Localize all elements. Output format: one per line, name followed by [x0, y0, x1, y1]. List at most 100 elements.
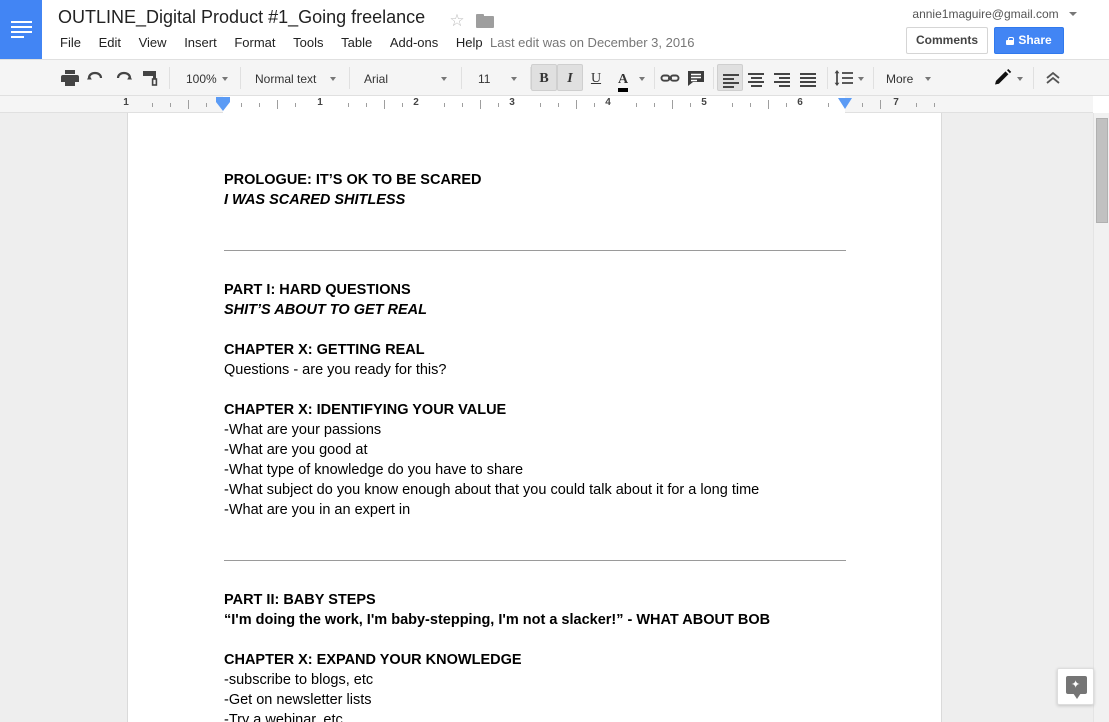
chevron-down-icon	[1017, 77, 1023, 81]
document-page[interactable]: PROLOGUE: IT’S OK TO BE SCARED I WAS SCAR…	[127, 113, 942, 722]
edit-mode-dropdown[interactable]	[1012, 65, 1028, 91]
ruler-number: 5	[701, 97, 707, 108]
document-canvas: PROLOGUE: IT’S OK TO BE SCARED I WAS SCAR…	[0, 113, 1093, 722]
menu-tools[interactable]: Tools	[286, 34, 330, 51]
empty-paragraph	[224, 210, 846, 230]
menu-edit[interactable]: Edit	[92, 34, 128, 51]
empty-paragraph	[224, 320, 846, 340]
more-dropdown[interactable]: More	[878, 65, 938, 91]
underline-button[interactable]: U	[583, 64, 609, 91]
undo-arrow-icon[interactable]	[84, 66, 108, 90]
document-paragraph: PART I: HARD QUESTIONS	[224, 282, 411, 298]
lock-icon	[1006, 37, 1015, 45]
print-icon[interactable]	[58, 66, 82, 90]
align-right-button[interactable]	[769, 64, 795, 91]
paragraph-style-value: Normal text	[255, 72, 317, 86]
menu-format[interactable]: Format	[227, 34, 282, 51]
bold-button[interactable]: B	[531, 64, 557, 91]
chevron-down-icon	[222, 77, 228, 81]
document-paragraph: PART II: BABY STEPS	[224, 592, 376, 608]
empty-paragraph	[224, 520, 846, 540]
star-outline-icon[interactable]: ☆	[448, 12, 466, 30]
account-email-text: annie1maguire@gmail.com	[912, 7, 1059, 21]
scrollbar-thumb[interactable]	[1096, 118, 1108, 223]
document-paragraph: CHAPTER X: IDENTIFYING YOUR VALUE	[224, 402, 507, 418]
ruler-number: 1	[123, 97, 129, 108]
document-paragraph: SHIT’S ABOUT TO GET REAL	[224, 302, 428, 318]
zoom-value: 100%	[186, 72, 217, 86]
chevron-down-icon	[330, 77, 336, 81]
paragraph-style-dropdown[interactable]: Normal text	[247, 65, 343, 91]
share-button-label: Share	[1018, 33, 1052, 47]
formatting-toolbar: 100% Normal text Arial 11 B I U A More	[0, 59, 1109, 96]
font-family-value: Arial	[364, 72, 389, 86]
document-paragraph: Questions - are you ready for this?	[224, 362, 447, 378]
menu-file[interactable]: File	[58, 34, 88, 51]
empty-paragraph	[224, 570, 846, 590]
document-paragraph: -What are your passions	[224, 422, 382, 438]
link-icon[interactable]	[658, 66, 682, 90]
document-paragraph: -What subject do you know enough about t…	[224, 482, 760, 498]
document-paragraph: -What are you good at	[224, 442, 368, 458]
explore-button[interactable]: ✦	[1057, 668, 1094, 705]
chevron-down-icon	[925, 77, 931, 81]
text-color-button[interactable]: A	[610, 64, 636, 92]
menu-table[interactable]: Table	[334, 34, 379, 51]
horizontal-rule-row	[224, 560, 846, 570]
empty-paragraph	[224, 260, 846, 280]
account-email[interactable]: annie1maguire@gmail.com	[912, 7, 1077, 21]
menu-view[interactable]: View	[132, 34, 174, 51]
add-comment-icon[interactable]	[684, 66, 708, 90]
docs-home-logo[interactable]	[0, 0, 42, 59]
ruler-number: 2	[413, 97, 419, 108]
italic-button[interactable]: I	[557, 64, 583, 91]
double-chevron-up-icon[interactable]	[1041, 66, 1065, 90]
document-paragraph: CHAPTER X: GETTING REAL	[224, 342, 425, 358]
comments-button[interactable]: Comments	[906, 27, 988, 54]
paint-format-icon[interactable]	[139, 66, 163, 90]
document-body[interactable]: PROLOGUE: IT’S OK TO BE SCARED I WAS SCAR…	[224, 170, 846, 722]
horizontal-rule	[224, 560, 846, 561]
font-size-value: 11	[478, 72, 491, 86]
zoom-dropdown[interactable]: 100%	[178, 65, 235, 91]
document-title[interactable]: OUTLINE_Digital Product #1_Going freelan…	[58, 7, 425, 28]
document-paragraph: -Try a webinar, etc	[224, 712, 343, 722]
document-paragraph: “I'm doing the work, I'm baby-stepping, …	[224, 612, 771, 628]
font-family-dropdown[interactable]: Arial	[356, 65, 454, 91]
empty-paragraph	[224, 630, 846, 650]
left-indent-marker[interactable]	[216, 97, 230, 112]
align-justify-button[interactable]	[795, 64, 821, 91]
redo-arrow-icon[interactable]	[111, 66, 135, 90]
text-color-dropdown[interactable]	[634, 65, 650, 91]
ruler-number: 3	[509, 97, 515, 108]
horizontal-rule	[224, 250, 846, 251]
menu-bar: File Edit View Insert Format Tools Table…	[58, 34, 490, 54]
document-paragraph: PROLOGUE: IT’S OK TO BE SCARED	[224, 172, 482, 188]
last-edit-status[interactable]: Last edit was on December 3, 2016	[490, 35, 695, 50]
font-size-dropdown[interactable]: 11	[468, 65, 524, 91]
menu-help[interactable]: Help	[449, 34, 490, 51]
chevron-down-icon	[511, 77, 517, 81]
menu-insert[interactable]: Insert	[177, 34, 224, 51]
align-left-button[interactable]	[717, 64, 743, 91]
right-indent-marker[interactable]	[838, 98, 852, 109]
chevron-down-icon	[441, 77, 447, 81]
horizontal-rule-row	[224, 250, 846, 260]
docs-lines-icon	[11, 21, 32, 38]
document-paragraph: CHAPTER X: EXPAND YOUR KNOWLEDGE	[224, 652, 522, 668]
folder-icon[interactable]	[476, 14, 494, 28]
empty-paragraph	[224, 230, 846, 250]
share-button[interactable]: Share	[994, 27, 1064, 54]
menu-add-ons[interactable]: Add-ons	[383, 34, 445, 51]
document-paragraph: -subscribe to blogs, etc	[224, 672, 374, 688]
line-spacing-dropdown[interactable]	[853, 65, 869, 91]
align-right-icon	[774, 73, 790, 87]
align-center-icon	[748, 73, 764, 87]
align-left-icon	[723, 74, 739, 88]
more-label: More	[886, 72, 914, 86]
empty-paragraph	[224, 540, 846, 560]
align-center-button[interactable]	[743, 64, 769, 91]
vertical-scrollbar[interactable]	[1093, 113, 1109, 722]
horizontal-ruler[interactable]: 1 1 2 3 4 5 6 7	[0, 96, 1093, 113]
app-header: OUTLINE_Digital Product #1_Going freelan…	[0, 0, 1109, 59]
